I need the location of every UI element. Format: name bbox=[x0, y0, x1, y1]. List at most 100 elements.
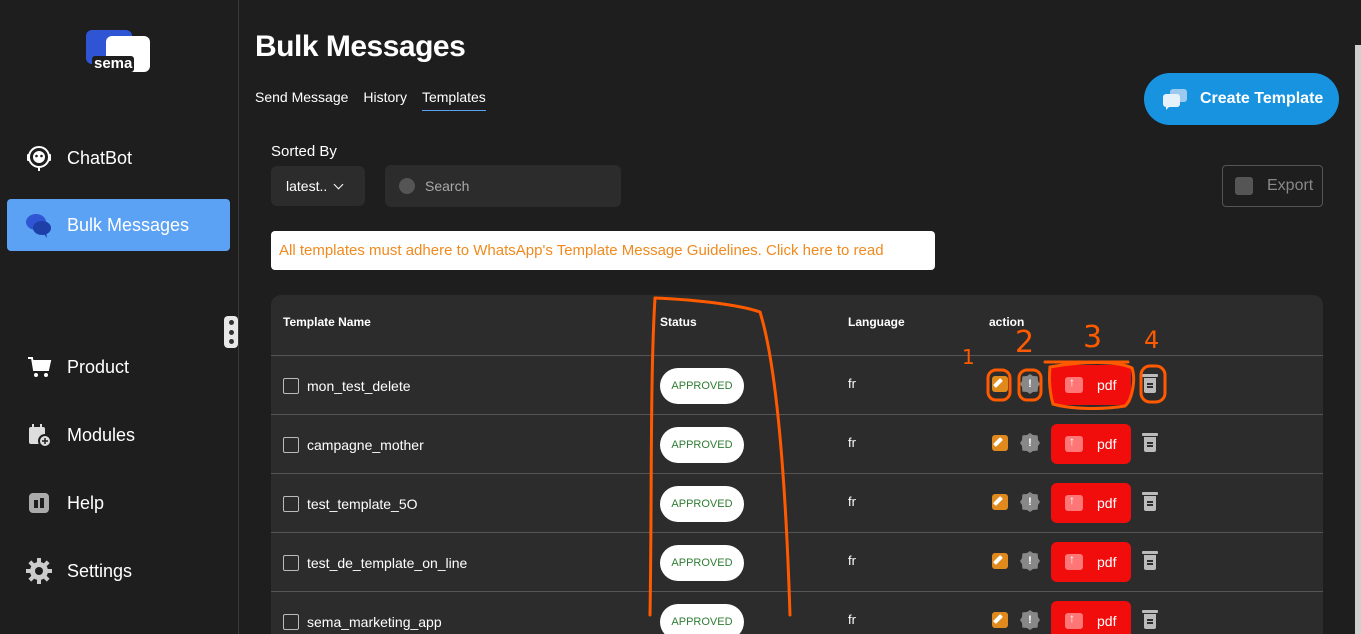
row-checkbox[interactable] bbox=[283, 378, 299, 394]
language-value: fr bbox=[848, 494, 856, 509]
column-header-template-name: Template Name bbox=[283, 315, 371, 329]
cart-icon bbox=[23, 351, 55, 383]
info-icon[interactable]: ! bbox=[1020, 433, 1040, 453]
search-box bbox=[385, 165, 621, 207]
language-value: fr bbox=[848, 376, 856, 391]
upload-icon bbox=[1065, 493, 1083, 511]
edit-icon[interactable] bbox=[992, 612, 1008, 628]
pdf-label: pdf bbox=[1097, 495, 1117, 511]
status-badge: APPROVED bbox=[660, 368, 744, 404]
row-checkbox[interactable] bbox=[283, 614, 299, 630]
logo-text: sema bbox=[92, 55, 135, 72]
pdf-label: pdf bbox=[1097, 436, 1117, 452]
status-badge: APPROVED bbox=[660, 545, 744, 581]
search-icon bbox=[399, 178, 415, 194]
status-badge: APPROVED bbox=[660, 486, 744, 522]
status-badge: APPROVED bbox=[660, 427, 744, 463]
pdf-upload-button[interactable]: pdf bbox=[1051, 483, 1131, 523]
row-checkbox[interactable] bbox=[283, 496, 299, 512]
language-value: fr bbox=[848, 612, 856, 627]
sidebar-item-modules[interactable]: Modules bbox=[7, 409, 230, 461]
robot-icon bbox=[23, 142, 55, 174]
sidebar-item-label: Bulk Messages bbox=[67, 214, 190, 235]
sidebar-collapse-handle[interactable] bbox=[224, 316, 238, 348]
sema-logo[interactable]: sema bbox=[86, 30, 152, 74]
upload-icon bbox=[1065, 611, 1083, 629]
row-checkbox[interactable] bbox=[283, 555, 299, 571]
edit-icon[interactable] bbox=[992, 435, 1008, 451]
sidebar-item-settings[interactable]: Settings bbox=[7, 545, 230, 597]
sort-value: latest.. bbox=[286, 178, 328, 194]
sidebar-item-label: Modules bbox=[67, 424, 136, 445]
table-row: campagne_mother APPROVED fr ! pdf bbox=[271, 415, 1323, 474]
guidelines-notice-link[interactable]: All templates must adhere to WhatsApp's … bbox=[271, 231, 935, 270]
page-title: Bulk Messages bbox=[255, 30, 466, 63]
template-name: test_template_5O bbox=[307, 496, 418, 512]
edit-icon[interactable] bbox=[992, 376, 1008, 392]
table-row: sema_marketing_app APPROVED fr ! pdf bbox=[271, 592, 1323, 634]
sidebar-item-chatbot[interactable]: ChatBot bbox=[7, 132, 230, 184]
gear-icon bbox=[23, 555, 55, 587]
sidebar: sema ChatBot Bulk Messages Product Modul bbox=[0, 0, 239, 634]
status-badge: APPROVED bbox=[660, 604, 744, 634]
template-name: mon_test_delete bbox=[307, 378, 411, 394]
chevron-down-icon bbox=[333, 179, 344, 189]
column-header-status: Status bbox=[660, 315, 697, 329]
sidebar-item-bulk-messages[interactable]: Bulk Messages bbox=[7, 199, 230, 251]
pdf-upload-button[interactable]: pdf bbox=[1051, 542, 1131, 582]
sorted-by-label: Sorted By bbox=[271, 143, 337, 160]
info-icon[interactable]: ! bbox=[1020, 610, 1040, 630]
create-template-label: Create Template bbox=[1200, 90, 1324, 107]
info-icon[interactable]: ! bbox=[1020, 551, 1040, 571]
sidebar-item-product[interactable]: Product bbox=[7, 341, 230, 393]
template-name: sema_marketing_app bbox=[307, 614, 442, 630]
page-scrollbar[interactable] bbox=[1355, 45, 1361, 634]
search-input[interactable] bbox=[425, 178, 605, 194]
main-content: Bulk Messages Send Message History Templ… bbox=[240, 0, 1361, 634]
export-button[interactable]: Export bbox=[1222, 165, 1323, 207]
tab-bar: Send Message History Templates bbox=[255, 89, 486, 111]
tab-history[interactable]: History bbox=[363, 89, 407, 111]
template-name: campagne_mother bbox=[307, 437, 424, 453]
table-row: test_de_template_on_line APPROVED fr ! p… bbox=[271, 533, 1323, 592]
sort-dropdown[interactable]: latest.. bbox=[271, 166, 365, 206]
trash-icon[interactable] bbox=[1142, 374, 1158, 394]
upload-icon bbox=[1065, 375, 1083, 393]
table-row: mon_test_delete APPROVED fr ! pdf bbox=[271, 356, 1323, 415]
sidebar-item-label: Settings bbox=[67, 560, 133, 581]
pdf-upload-button[interactable]: pdf bbox=[1051, 601, 1131, 634]
pdf-upload-button[interactable]: pdf bbox=[1051, 424, 1131, 464]
table-row: test_template_5O APPROVED fr ! pdf bbox=[271, 474, 1323, 533]
trash-icon[interactable] bbox=[1142, 610, 1158, 630]
trash-icon[interactable] bbox=[1142, 492, 1158, 512]
pdf-label: pdf bbox=[1097, 613, 1117, 629]
sidebar-item-help[interactable]: Help bbox=[7, 477, 230, 529]
sidebar-item-label: Product bbox=[67, 356, 130, 377]
help-icon bbox=[23, 487, 55, 519]
edit-icon[interactable] bbox=[992, 553, 1008, 569]
column-header-language: Language bbox=[848, 315, 905, 329]
edit-icon[interactable] bbox=[992, 494, 1008, 510]
trash-icon[interactable] bbox=[1142, 551, 1158, 571]
info-icon[interactable]: ! bbox=[1020, 374, 1040, 394]
table-header: Template Name Status Language action bbox=[271, 295, 1323, 356]
pdf-upload-button[interactable]: pdf bbox=[1051, 365, 1131, 405]
tab-send-message[interactable]: Send Message bbox=[255, 89, 348, 111]
app-window: sema ChatBot Bulk Messages Product Modul bbox=[0, 0, 1361, 634]
templates-table: Template Name Status Language action mon… bbox=[271, 295, 1323, 634]
chat-bubbles-icon bbox=[23, 209, 55, 241]
tab-templates[interactable]: Templates bbox=[421, 89, 486, 111]
column-header-action: action bbox=[989, 315, 1025, 329]
info-icon[interactable]: ! bbox=[1020, 492, 1040, 512]
trash-icon[interactable] bbox=[1142, 433, 1158, 453]
sidebar-item-label: Help bbox=[67, 492, 105, 513]
pdf-label: pdf bbox=[1097, 377, 1117, 393]
sidebar-item-label: ChatBot bbox=[67, 147, 133, 168]
create-template-button[interactable]: Create Template bbox=[1144, 73, 1339, 125]
export-label: Export bbox=[1267, 177, 1314, 194]
row-checkbox[interactable] bbox=[283, 437, 299, 453]
language-value: fr bbox=[848, 553, 856, 568]
upload-icon bbox=[1235, 177, 1253, 195]
calendar-add-icon bbox=[23, 419, 55, 451]
template-name: test_de_template_on_line bbox=[307, 555, 468, 571]
